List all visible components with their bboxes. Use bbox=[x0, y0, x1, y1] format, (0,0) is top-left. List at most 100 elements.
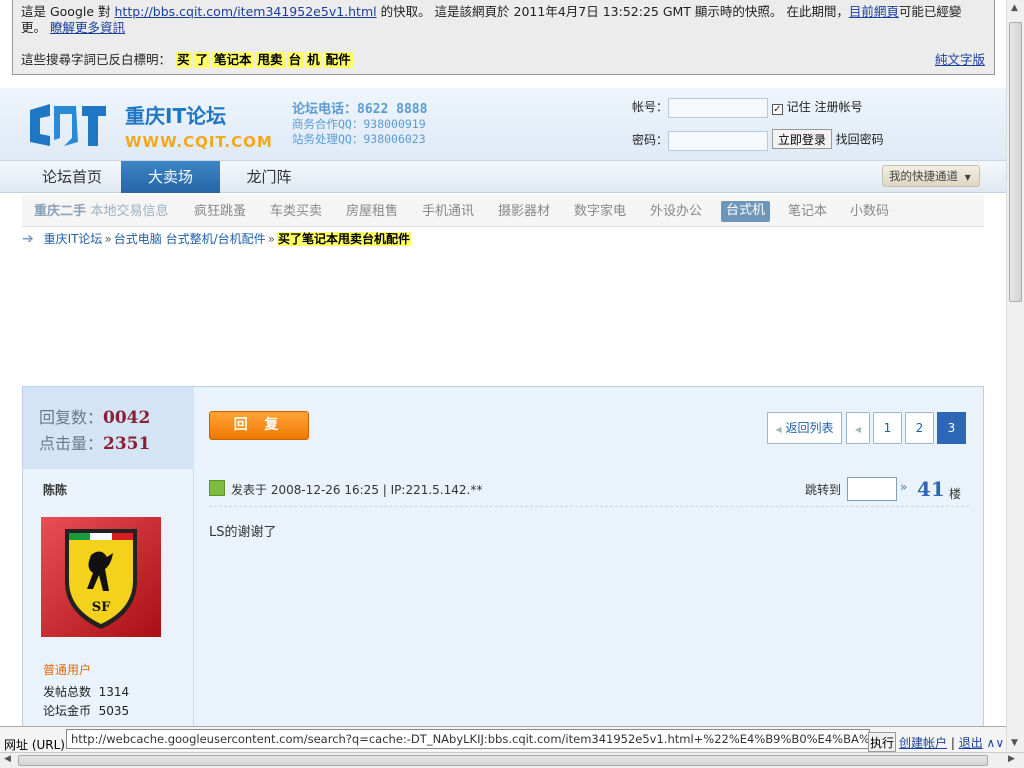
cache-prefix: 這是 Google 對 bbox=[21, 4, 115, 19]
svg-text:SF: SF bbox=[92, 600, 111, 615]
url-input[interactable]: http://webcache.googleusercontent.com/se… bbox=[66, 729, 870, 749]
cached-url-link[interactable]: http://bbs.cqit.com/item341952e5v1.html bbox=[115, 4, 377, 19]
biz-qq: 商务合作QQ：938000919 bbox=[292, 117, 426, 131]
subnav-item[interactable]: 房屋租售 bbox=[346, 202, 398, 222]
page-button[interactable]: 1 bbox=[873, 412, 902, 444]
back-to-list-label: 返回列表 bbox=[785, 421, 834, 435]
chevron-left-icon: ◀ bbox=[775, 425, 782, 434]
site-qq: 站务处理QQ：938006023 bbox=[292, 132, 426, 146]
highlight-term: 机 bbox=[305, 52, 322, 68]
coins: 5035 bbox=[98, 704, 130, 718]
post-header: 发表于 2008-12-26 16:25 | IP:221.5.142.** 跳… bbox=[209, 477, 969, 507]
highlight-label: 這些搜尋字詞已反白標明： bbox=[21, 52, 172, 67]
post-icon bbox=[209, 480, 225, 496]
post-total-label: 发帖总数 bbox=[43, 685, 92, 699]
expand-arrows-icon[interactable]: ∧∨ bbox=[987, 736, 1005, 750]
user-stats: 发帖总数 1314 论坛金币 5035 bbox=[43, 683, 129, 721]
author-sidebar: 陈陈 SF 普通用户 发帖总数 1314 论坛金币 5035 bbox=[23, 469, 194, 747]
subnav-item-active[interactable]: 台式机 bbox=[721, 201, 771, 222]
subnav-subtitle: 本地交易信息 bbox=[90, 204, 169, 219]
password-label: 密码： bbox=[632, 132, 669, 147]
post-body: LS的谢谢了 bbox=[209, 525, 277, 540]
sub-nav: 重庆二手 本地交易信息 疯狂跳蚤 车类买卖 房屋租售 手机通讯 摄影器材 数字家… bbox=[22, 195, 984, 227]
cache-banner: 這是 Google 對 http://bbs.cqit.com/item3419… bbox=[12, 0, 995, 75]
jump-go-button[interactable]: » bbox=[900, 480, 907, 494]
url-bar: 网址 (URL): http://webcache.googleusercont… bbox=[0, 726, 1006, 752]
contact-info: 论坛电话：8622 8888 商务合作QQ：938000919 站务处理QQ：9… bbox=[292, 102, 427, 147]
account-label: 帐号： bbox=[632, 100, 669, 114]
text-only-link[interactable]: 純文字版 bbox=[935, 52, 985, 68]
remember-checkbox[interactable]: ✓ bbox=[771, 104, 783, 115]
scroll-right-icon[interactable]: ▶ bbox=[1008, 754, 1015, 764]
floor-unit: 楼 bbox=[949, 487, 962, 501]
floor-number: 41 bbox=[917, 477, 945, 501]
scroll-up-icon[interactable]: ▲ bbox=[1011, 3, 1018, 13]
remember-label: 记住 bbox=[786, 100, 811, 114]
subnav-item[interactable]: 手机通讯 bbox=[422, 202, 474, 222]
breadcrumb-item[interactable]: 重庆IT论坛 bbox=[44, 232, 103, 246]
breadcrumb-sep: » bbox=[267, 232, 275, 246]
horizontal-scrollbar[interactable]: ◀ ▶ bbox=[0, 752, 1024, 768]
avatar[interactable]: SF bbox=[41, 517, 161, 637]
tab-marketplace[interactable]: 大卖场 bbox=[121, 161, 220, 193]
subnav-item[interactable]: 外设办公 bbox=[650, 202, 702, 222]
highlight-term: 台 bbox=[286, 52, 304, 68]
subnav-item[interactable]: 笔记本 bbox=[788, 202, 827, 222]
jump-label: 跳转到 bbox=[805, 483, 842, 497]
account-input[interactable] bbox=[668, 98, 768, 118]
vertical-scroll-thumb[interactable] bbox=[1009, 22, 1022, 302]
login-button[interactable]: 立即登录 bbox=[771, 129, 832, 149]
subnav-title-text: 重庆二手 bbox=[34, 204, 87, 219]
arrow-right-icon: ➔ bbox=[22, 231, 34, 247]
register-link[interactable]: 注册帐号 bbox=[815, 100, 863, 114]
logo-text[interactable]: 重庆IT论坛 WWW.CQIT.COM bbox=[125, 100, 273, 151]
highlight-terms: 這些搜尋字詞已反白標明： 买了笔记本 甩卖台机配件 bbox=[21, 52, 355, 68]
view-count-label: 点击量： bbox=[39, 434, 104, 453]
logo-title: 重庆IT论坛 bbox=[125, 104, 227, 128]
reply-count-label: 回复数： bbox=[39, 408, 104, 427]
learn-more-link[interactable]: 瞭解更多資訊 bbox=[50, 20, 125, 35]
reply-count: 0042 bbox=[103, 408, 151, 428]
scroll-down-icon[interactable]: ▼ bbox=[1011, 738, 1018, 748]
forum-header: 重庆IT论坛 WWW.CQIT.COM 论坛电话：8622 8888 商务合作Q… bbox=[0, 88, 1006, 160]
logout-link[interactable]: 退出 bbox=[959, 736, 983, 750]
highlight-term: 配件 bbox=[323, 52, 353, 68]
reply-button[interactable]: 回 复 bbox=[209, 411, 309, 440]
page-button[interactable]: 2 bbox=[905, 412, 934, 444]
horizontal-scroll-thumb[interactable] bbox=[18, 755, 988, 766]
tab-longmenzhen[interactable]: 龙门阵 bbox=[220, 161, 318, 193]
main-nav: 论坛首页 大卖场 龙门阵 我的快捷通道 ▼ bbox=[0, 160, 1006, 193]
subnav-item[interactable]: 疯狂跳蚤 bbox=[194, 202, 246, 222]
cache-suffix: 的快取。 這是該網頁於 2011年4月7日 13:52:25 GMT 顯示時的快… bbox=[376, 4, 849, 19]
thread-stats: 回复数：0042 点击量：2351 bbox=[23, 387, 194, 469]
vertical-scrollbar[interactable]: ▲ ▼ bbox=[1006, 0, 1024, 752]
subnav-item[interactable]: 车类买卖 bbox=[270, 202, 322, 222]
current-page-link[interactable]: 目前網頁 bbox=[849, 4, 899, 19]
scroll-left-icon[interactable]: ◀ bbox=[4, 754, 11, 764]
cqit-logo-icon[interactable] bbox=[28, 102, 108, 148]
tab-forum-home[interactable]: 论坛首页 bbox=[22, 161, 122, 193]
back-to-list-button[interactable]: ◀ 返回列表 bbox=[767, 412, 842, 444]
prev-page-button[interactable]: ◀ bbox=[846, 412, 870, 444]
highlight-term: 笔记本 bbox=[212, 52, 254, 68]
breadcrumb: ➔ 重庆IT论坛» 台式电脑 台式整机/台机配件» 买了笔记本甩卖台机配件 bbox=[22, 230, 411, 247]
breadcrumb-sep: » bbox=[104, 232, 112, 246]
subnav-title: 重庆二手 本地交易信息 bbox=[34, 202, 169, 222]
jump-floor-input[interactable] bbox=[847, 477, 897, 501]
current-page-button[interactable]: 3 bbox=[937, 412, 966, 444]
url-go-button[interactable]: 执行 bbox=[868, 732, 897, 752]
password-input[interactable] bbox=[668, 130, 768, 151]
subnav-item[interactable]: 数字家电 bbox=[574, 202, 626, 222]
author-name[interactable]: 陈陈 bbox=[43, 481, 67, 498]
breadcrumb-current: 买了笔记本甩卖台机配件 bbox=[276, 232, 411, 246]
find-password-link[interactable]: 找回密码 bbox=[836, 133, 884, 147]
logo-url: WWW.CQIT.COM bbox=[125, 133, 273, 151]
chevron-down-icon: ▼ bbox=[964, 173, 971, 182]
breadcrumb-item[interactable]: 台式电脑 台式整机/台机配件 bbox=[114, 232, 266, 246]
create-account-link[interactable]: 创建帐户 bbox=[899, 736, 947, 750]
post-area: 回复数：0042 点击量：2351 陈陈 SF 普通用户 发帖总数 1314 论… bbox=[22, 386, 984, 747]
subnav-item[interactable]: 小数码 bbox=[850, 202, 889, 222]
quick-nav-dropdown[interactable]: 我的快捷通道 ▼ bbox=[882, 165, 980, 187]
subnav-item[interactable]: 摄影器材 bbox=[498, 202, 550, 222]
url-label: 网址 (URL): bbox=[4, 738, 70, 752]
